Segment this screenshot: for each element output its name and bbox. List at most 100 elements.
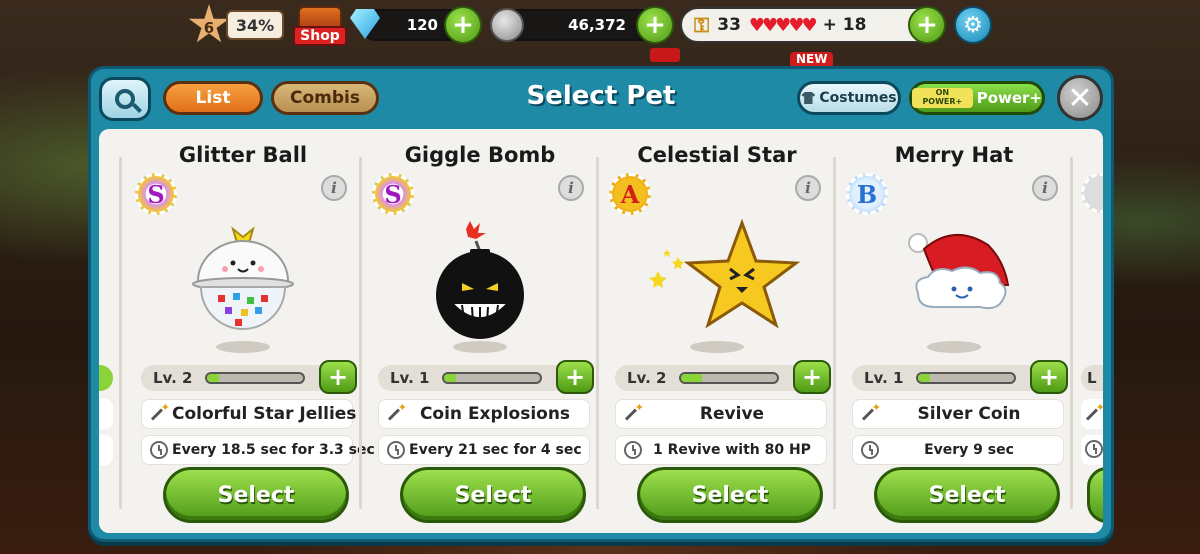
skill-detail-row: Every 21 sec for 4 sec bbox=[378, 435, 590, 465]
settings-gear-icon[interactable]: ⚙ bbox=[954, 6, 992, 44]
pet-card[interactable]: Celestial Star A i Lv. 2 + ✦ Revive 1 Re… bbox=[599, 129, 835, 533]
giggle-bomb-pet-image bbox=[362, 199, 598, 349]
level-up-button[interactable]: + bbox=[319, 360, 357, 394]
skill-name: Colorful Star Jellies bbox=[172, 404, 357, 424]
pet-card[interactable]: Glitter Ball S i Lv. 2 + ✦ Colorful Star… bbox=[125, 129, 375, 533]
level-progress-fill bbox=[918, 374, 930, 382]
skill-name: Silver Coin bbox=[917, 404, 1021, 424]
select-button[interactable]: Select bbox=[163, 467, 349, 523]
add-coins-button[interactable]: + bbox=[636, 6, 674, 44]
skill-name: Coin Explosions bbox=[419, 404, 571, 424]
grade-badge-partial bbox=[1081, 173, 1103, 213]
skill-detail: 1 Revive with 80 HP bbox=[653, 442, 811, 458]
pet-card[interactable]: Merry Hat B i Lv. 1 + Silver Co bbox=[836, 129, 1072, 533]
level-label: Lv. 2 bbox=[627, 369, 667, 387]
skill-name-row: Revive bbox=[615, 399, 827, 429]
costumes-button[interactable]: Costumes bbox=[797, 81, 901, 115]
level-progress-bar bbox=[442, 372, 542, 384]
info-icon[interactable]: i bbox=[321, 175, 347, 201]
pet-shadow bbox=[690, 341, 744, 353]
xp-percent: 34% bbox=[226, 10, 284, 40]
level-progress-fill bbox=[207, 374, 219, 382]
skill-name-row: Colorful Star Jellies bbox=[141, 399, 357, 429]
hearts-bonus: + 18 bbox=[822, 15, 867, 35]
skill-detail-row: 1 Revive with 80 HP bbox=[615, 435, 827, 465]
notification-badge bbox=[650, 48, 680, 62]
info-icon[interactable]: i bbox=[795, 175, 821, 201]
level-progress-fill bbox=[681, 374, 703, 382]
top-hud: 6 34% Shop 120 + 46,372 + ⚿ 33 ♥♥♥♥♥ + 1… bbox=[0, 0, 1200, 68]
costumes-label: Costumes bbox=[819, 90, 897, 106]
skill-detail-row: Every 9 sec bbox=[852, 435, 1064, 465]
clock-icon bbox=[1085, 440, 1103, 458]
clock-icon bbox=[150, 441, 168, 459]
hearts-icon: ♥♥♥♥♥ bbox=[748, 14, 818, 36]
select-button[interactable]: Select bbox=[637, 467, 823, 523]
level-progress-bar bbox=[679, 372, 779, 384]
level-row: Lv. 1 + bbox=[852, 360, 1068, 394]
pet-name: Merry Hat bbox=[894, 143, 1014, 167]
pet-card[interactable]: Giggle Bomb S i Lv. 1 + ✦ Coin Explosion… bbox=[362, 129, 598, 533]
add-energy-button[interactable]: + bbox=[908, 6, 946, 44]
level-up-button[interactable]: + bbox=[793, 360, 831, 394]
skill-detail-row: Every 18.5 sec for 3.3 sec bbox=[141, 435, 375, 465]
level-up-button[interactable]: + bbox=[556, 360, 594, 394]
info-icon[interactable]: i bbox=[1032, 175, 1058, 201]
on-power-icon: ON POWER+ bbox=[912, 88, 973, 108]
level-up-button[interactable]: + bbox=[1030, 360, 1068, 394]
select-button-partial[interactable] bbox=[1087, 467, 1103, 523]
clock-icon bbox=[387, 441, 405, 459]
level-progress-bar bbox=[205, 372, 305, 384]
pet-shadow bbox=[453, 341, 507, 353]
clock-icon bbox=[861, 441, 879, 459]
pet-name: Glitter Ball bbox=[178, 143, 308, 167]
wand-icon bbox=[150, 401, 170, 423]
skill-detail: Every 9 sec bbox=[924, 442, 1014, 458]
clock-icon bbox=[624, 441, 642, 459]
close-button[interactable]: ✕ bbox=[1057, 75, 1103, 121]
info-icon[interactable]: i bbox=[558, 175, 584, 201]
skill-detail: Every 21 sec for 4 sec bbox=[409, 442, 582, 458]
energy-bar: ⚿ 33 ♥♥♥♥♥ + 18 bbox=[680, 7, 938, 43]
level-progress-fill bbox=[444, 374, 456, 382]
wand-icon bbox=[861, 401, 881, 423]
shirt-icon bbox=[801, 92, 816, 104]
level-label-partial: L bbox=[1081, 365, 1103, 391]
level-label: Lv. 1 bbox=[864, 369, 904, 387]
level-row: Lv. 1 + bbox=[378, 360, 594, 394]
wand-icon bbox=[624, 401, 644, 423]
level-label: Lv. 2 bbox=[153, 369, 193, 387]
pet-name: Giggle Bomb bbox=[404, 143, 556, 167]
coin-count: 46,372 bbox=[568, 16, 626, 34]
skill-detail: Every 18.5 sec for 3.3 sec bbox=[172, 442, 375, 458]
wand-icon bbox=[387, 401, 407, 423]
pet-list-panel[interactable]: Glitter Ball S i Lv. 2 + ✦ Colorful Star… bbox=[99, 129, 1103, 533]
level-label: Lv. 1 bbox=[390, 369, 430, 387]
level-star-icon: 6 bbox=[188, 4, 230, 43]
gem-count: 120 bbox=[406, 16, 438, 34]
level-value: 6 bbox=[203, 19, 215, 37]
add-gems-button[interactable]: + bbox=[444, 6, 482, 44]
skill-name-row: Coin Explosions bbox=[378, 399, 590, 429]
pet-shadow bbox=[216, 341, 270, 353]
select-button[interactable]: Select bbox=[874, 467, 1060, 523]
key-count: 33 bbox=[717, 15, 741, 35]
shop-button[interactable]: Shop bbox=[292, 0, 348, 46]
partial-card-right: L bbox=[1073, 129, 1103, 533]
skill-name-row: Silver Coin bbox=[852, 399, 1064, 429]
wand-icon bbox=[1085, 401, 1103, 423]
celestial-star-pet-image bbox=[599, 199, 835, 349]
coin-icon bbox=[490, 8, 524, 42]
merry-hat-pet-image bbox=[836, 199, 1072, 349]
glitter-ball-pet-image bbox=[125, 199, 361, 349]
level-progress-bar bbox=[916, 372, 1016, 384]
shop-label: Shop bbox=[293, 26, 347, 46]
power-label: Power+ bbox=[976, 89, 1042, 107]
level-row: Lv. 2 + bbox=[141, 360, 357, 394]
select-button[interactable]: Select bbox=[400, 467, 586, 523]
level-row: Lv. 2 + bbox=[615, 360, 831, 394]
pet-name: Celestial Star bbox=[637, 143, 797, 167]
gem-icon bbox=[350, 9, 380, 39]
power-plus-button[interactable]: ON POWER+ Power+ bbox=[909, 81, 1045, 115]
key-icon: ⚿ bbox=[694, 13, 710, 37]
